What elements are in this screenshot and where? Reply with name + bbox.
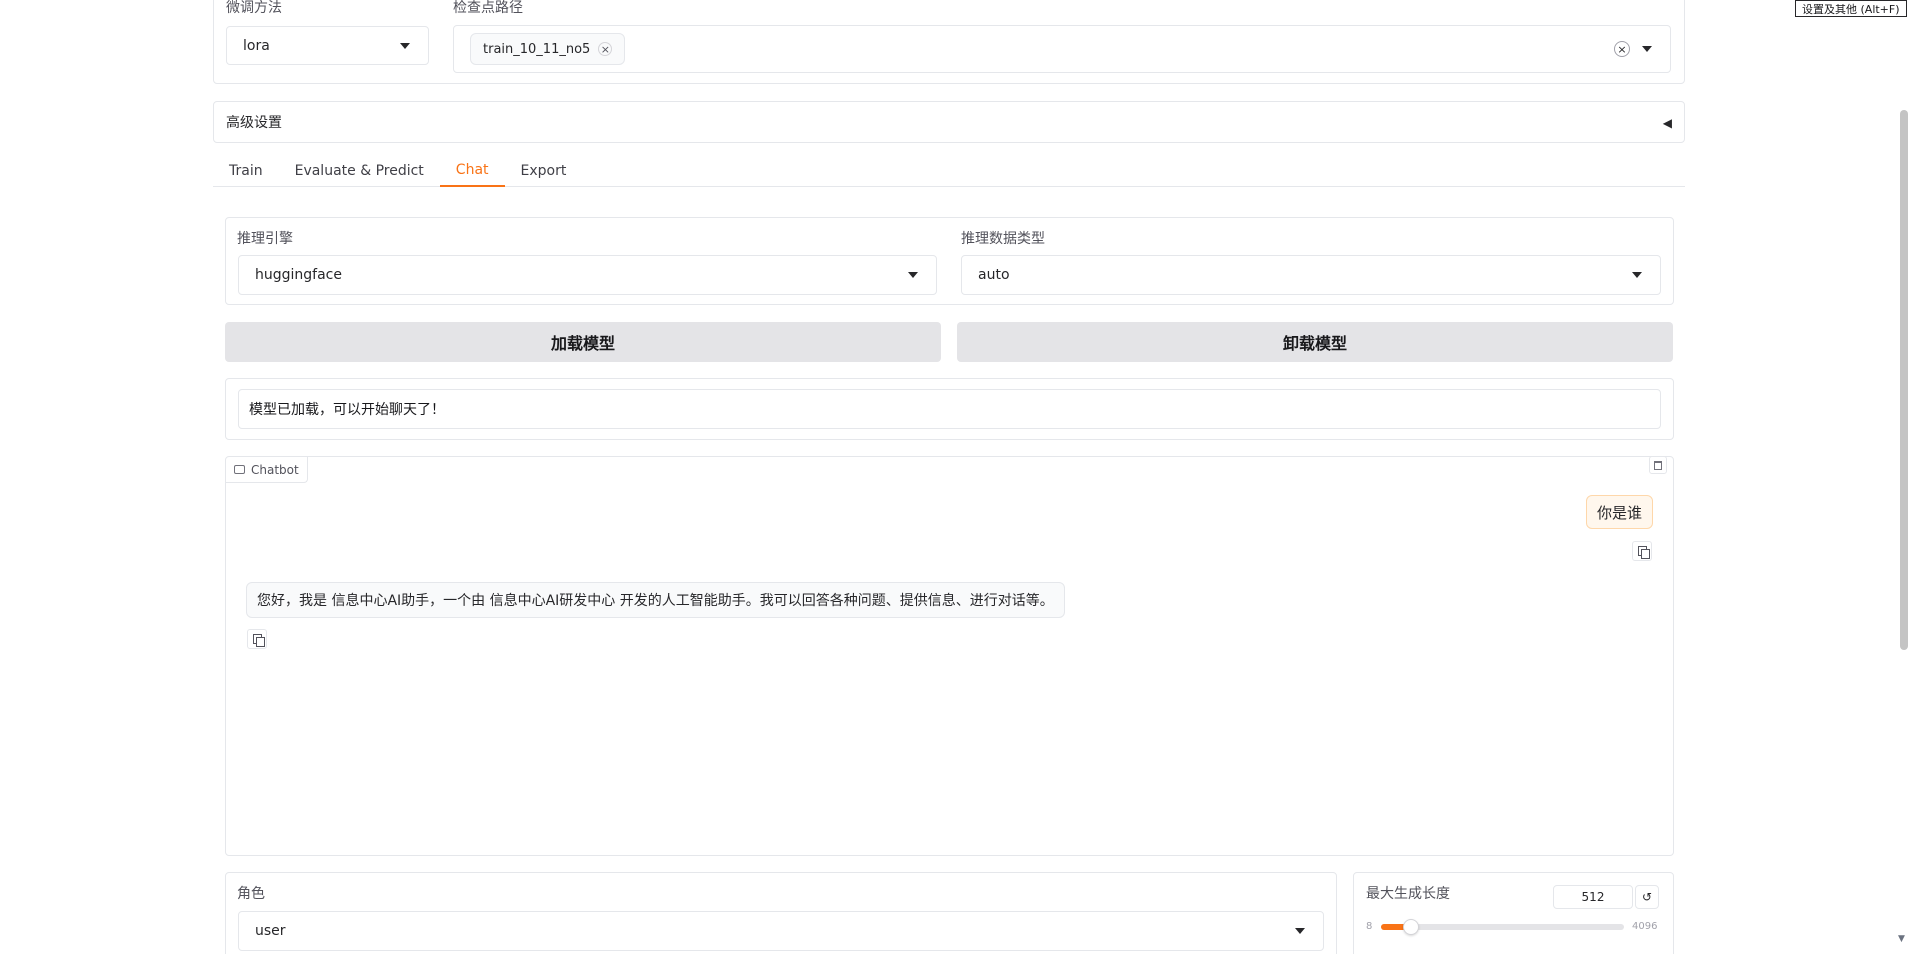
slider-max-label: 4096 xyxy=(1632,921,1658,932)
status-text: 模型已加载，可以开始聊天了！ xyxy=(249,402,445,418)
role-label: 角色 xyxy=(237,886,265,902)
unload-model-button[interactable]: 卸载模型 xyxy=(957,322,1673,362)
finetune-method-select[interactable]: lora xyxy=(226,26,429,65)
chatbot-label: Chatbot xyxy=(226,457,308,483)
chevron-down-icon xyxy=(1642,46,1652,52)
role-value: user xyxy=(255,923,286,939)
checkpoint-token: train_10_11_no5 × xyxy=(470,33,626,65)
chevron-down-icon xyxy=(1295,928,1305,934)
assistant-message-text: 您好，我是 信息中心AI助手，一个由 信息中心AI研发中心 开发的人工智能助手。… xyxy=(257,593,1054,609)
checkpoint-token-label: train_10_11_no5 xyxy=(483,41,591,57)
max-length-input[interactable]: 512 xyxy=(1553,885,1633,909)
copy-icon[interactable] xyxy=(247,629,267,649)
clear-all-icon[interactable]: × xyxy=(1614,41,1630,57)
trash-icon xyxy=(1654,460,1662,470)
finetune-method-value: lora xyxy=(243,37,270,54)
inference-engine-select[interactable]: huggingface xyxy=(238,255,937,295)
chatbot-panel: Chatbot 你是谁 您好，我是 信息中心AI助手，一个由 信息中心AI研发中… xyxy=(225,456,1674,856)
chatbot-label-text: Chatbot xyxy=(251,462,299,477)
max-length-label: 最大生成长度 xyxy=(1366,886,1450,902)
finetune-method-label: 微调方法 xyxy=(226,0,282,16)
advanced-settings-title: 高级设置 xyxy=(226,115,282,131)
chevron-down-icon xyxy=(1632,272,1642,278)
status-textbox[interactable]: 模型已加载，可以开始聊天了！ xyxy=(238,389,1661,429)
scrollbar-thumb[interactable] xyxy=(1900,110,1908,650)
settings-tooltip: 设置及其他 (Alt+F) xyxy=(1795,0,1907,17)
tab-train[interactable]: Train xyxy=(213,155,279,187)
tab-evaluate-predict[interactable]: Evaluate & Predict xyxy=(279,155,440,187)
chat-bubble-icon xyxy=(234,465,245,474)
reset-button[interactable]: ↺ xyxy=(1635,885,1659,909)
inference-engine-value: huggingface xyxy=(255,267,342,283)
user-message-text: 你是谁 xyxy=(1596,503,1642,522)
chevron-down-icon xyxy=(400,42,410,49)
inference-dtype-value: auto xyxy=(978,267,1010,283)
main-tabs: Train Evaluate & Predict Chat Export xyxy=(213,155,1685,187)
copy-icon[interactable] xyxy=(1632,541,1652,561)
checkpoint-path-multiselect[interactable]: train_10_11_no5 × × xyxy=(453,25,1671,73)
role-select[interactable]: user xyxy=(238,911,1324,951)
inference-dtype-label: 推理数据类型 xyxy=(961,231,1045,247)
collapse-triangle-icon: ◀ xyxy=(1662,116,1672,130)
clear-chat-button[interactable] xyxy=(1649,456,1667,474)
inference-dtype-select[interactable]: auto xyxy=(961,255,1661,295)
token-remove-icon[interactable]: × xyxy=(598,42,613,56)
chevron-down-icon xyxy=(908,272,918,278)
max-length-slider-handle[interactable] xyxy=(1403,919,1419,935)
max-length-value: 512 xyxy=(1581,890,1605,904)
scroll-down-icon[interactable]: ▼ xyxy=(1898,934,1905,944)
slider-min-label: 8 xyxy=(1366,921,1373,932)
assistant-message: 您好，我是 信息中心AI助手，一个由 信息中心AI研发中心 开发的人工智能助手。… xyxy=(246,582,1065,618)
advanced-settings-accordion[interactable]: 高级设置 ◀ xyxy=(213,101,1685,143)
reset-icon: ↺ xyxy=(1641,890,1653,904)
user-message: 你是谁 xyxy=(1585,495,1653,529)
load-model-button[interactable]: 加载模型 xyxy=(225,322,941,362)
tab-export[interactable]: Export xyxy=(505,155,583,187)
inference-engine-label: 推理引擎 xyxy=(237,231,293,247)
checkpoint-path-label: 检查点路径 xyxy=(453,0,523,16)
tab-chat[interactable]: Chat xyxy=(439,155,505,187)
